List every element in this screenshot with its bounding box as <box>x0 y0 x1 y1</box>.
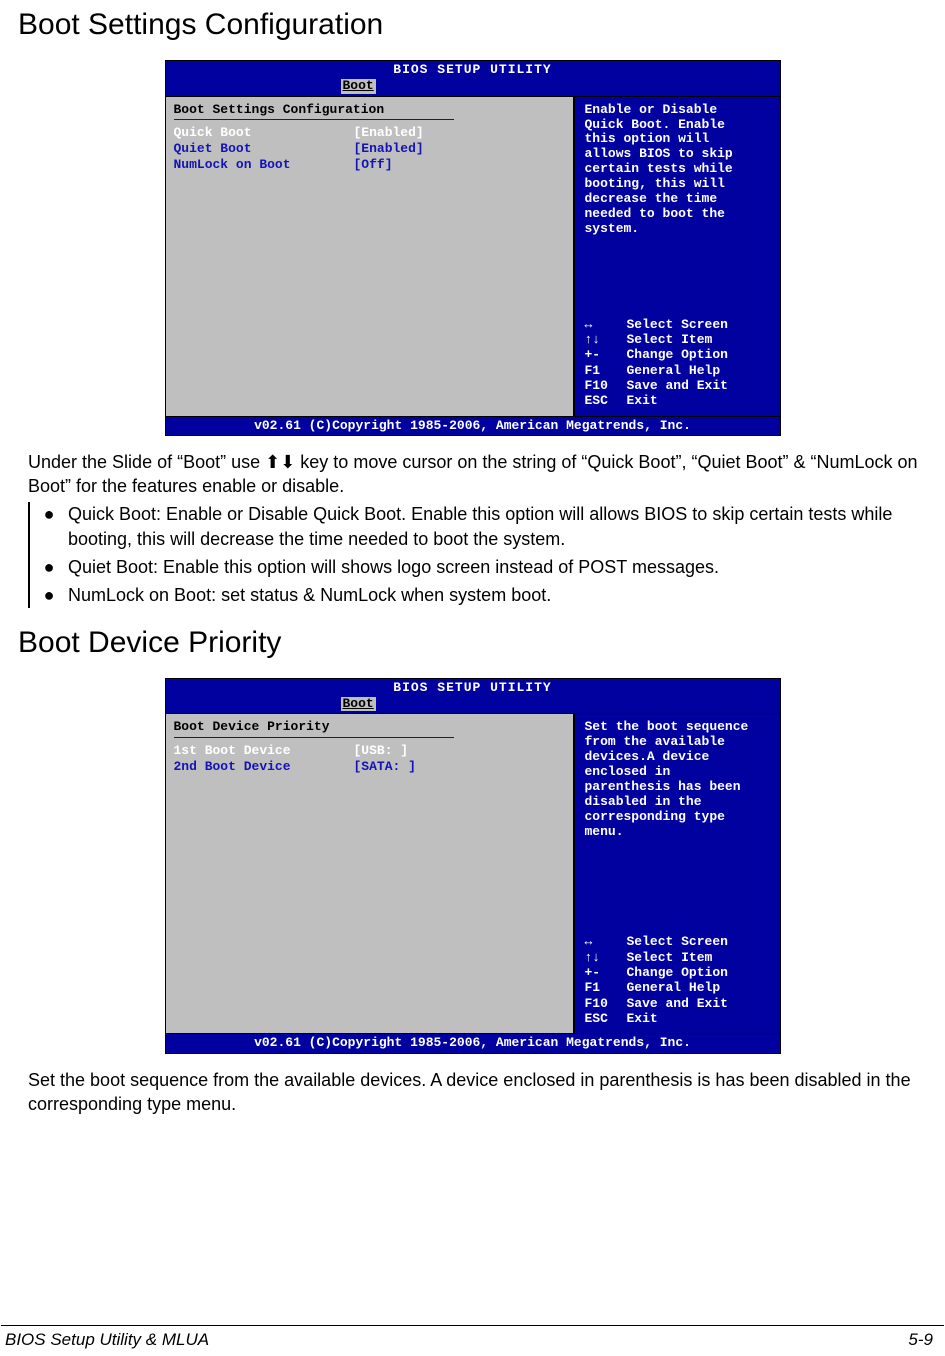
nav-key-plusminus-icon: +- <box>585 966 627 980</box>
nav-key-ud-icon: ↑↓ <box>585 333 627 347</box>
divider <box>174 119 454 120</box>
list-item: ●NumLock on Boot: set status & NumLock w… <box>30 583 927 607</box>
paragraph-2: Set the boot sequence from the available… <box>28 1068 927 1117</box>
nav-key-plusminus-icon: +- <box>585 348 627 362</box>
bios-title: BIOS SETUP UTILITY <box>166 679 780 697</box>
bullet-icon: ● <box>30 583 68 607</box>
nav-key-f1: F1 <box>585 364 627 378</box>
list-text: Quiet Boot: Enable this option will show… <box>68 555 927 579</box>
bios-help-text: Enable or Disable Quick Boot. Enable thi… <box>585 103 770 237</box>
nav-desc: Exit <box>627 1012 658 1026</box>
list-text: Quick Boot: Enable or Disable Quick Boot… <box>68 502 927 551</box>
nav-desc: Save and Exit <box>627 997 728 1011</box>
bios-option-quick-boot[interactable]: Quick Boot [Enabled] <box>174 126 565 140</box>
nav-key-f10: F10 <box>585 997 627 1011</box>
nav-desc: General Help <box>627 981 721 995</box>
bios-nav-help: ↔Select Screen ↑↓Select Item +-Change Op… <box>585 935 770 1027</box>
nav-key-f1: F1 <box>585 981 627 995</box>
nav-desc: Select Screen <box>627 318 728 332</box>
bios-left-pane: Boot Device Priority 1st Boot Device [US… <box>166 714 575 1033</box>
list-text: NumLock on Boot: set status & NumLock wh… <box>68 583 927 607</box>
nav-desc: Change Option <box>627 966 728 980</box>
nav-desc: Exit <box>627 394 658 408</box>
opt-label: 2nd Boot Device <box>174 760 354 774</box>
footer-right: 5-9 <box>908 1330 933 1350</box>
bios-footer: v02.61 (C)Copyright 1985-2006, American … <box>166 1033 780 1052</box>
bios-option-quiet-boot[interactable]: Quiet Boot [Enabled] <box>174 142 565 156</box>
bios-right-pane: Enable or Disable Quick Boot. Enable thi… <box>575 97 780 416</box>
nav-desc: General Help <box>627 364 721 378</box>
heading-boot-settings-config: Boot Settings Configuration <box>18 8 927 42</box>
nav-key-lr-icon: ↔ <box>585 935 627 949</box>
nav-desc: Select Item <box>627 333 713 347</box>
bullet-icon: ● <box>30 502 68 551</box>
nav-key-esc: ESC <box>585 394 627 408</box>
nav-desc: Select Screen <box>627 935 728 949</box>
bios-tab-boot[interactable]: Boot <box>341 697 376 711</box>
opt-value: [SATA: ] <box>354 760 416 774</box>
bios-screen-2: BIOS SETUP UTILITY Boot Boot Device Prio… <box>165 678 781 1054</box>
opt-value: [Off] <box>354 158 393 172</box>
opt-value: [Enabled] <box>354 126 424 140</box>
nav-key-f10: F10 <box>585 379 627 393</box>
bios-tab-boot[interactable]: Boot <box>341 79 376 93</box>
bios-left-pane: Boot Settings Configuration Quick Boot [… <box>166 97 575 416</box>
divider <box>174 737 454 738</box>
page-footer-rule <box>1 1325 944 1326</box>
bios-tabs: Boot <box>166 697 780 713</box>
bios-footer: v02.61 (C)Copyright 1985-2006, American … <box>166 416 780 435</box>
nav-desc: Change Option <box>627 348 728 362</box>
bios-option-2nd-boot-device[interactable]: 2nd Boot Device [SATA: ] <box>174 760 565 774</box>
opt-label: NumLock on Boot <box>174 158 354 172</box>
list-item: ●Quick Boot: Enable or Disable Quick Boo… <box>30 502 927 551</box>
bios-screen-1: BIOS SETUP UTILITY Boot Boot Settings Co… <box>165 60 781 436</box>
bios-section-title: Boot Device Priority <box>174 720 565 734</box>
bios-help-text: Set the boot sequence from the available… <box>585 720 770 840</box>
paragraph-1: Under the Slide of “Boot” use ⬆⬇ key to … <box>28 450 927 499</box>
nav-desc: Save and Exit <box>627 379 728 393</box>
heading-boot-device-priority: Boot Device Priority <box>18 626 927 660</box>
nav-key-ud-icon: ↑↓ <box>585 951 627 965</box>
nav-key-lr-icon: ↔ <box>585 318 627 332</box>
bios-tabs: Boot <box>166 79 780 95</box>
bios-option-numlock-boot[interactable]: NumLock on Boot [Off] <box>174 158 565 172</box>
bios-right-pane: Set the boot sequence from the available… <box>575 714 780 1033</box>
page-footer: BIOS Setup Utility & MLUA 5-9 <box>5 1330 933 1350</box>
bios-title: BIOS SETUP UTILITY <box>166 61 780 79</box>
bios-nav-help: ↔Select Screen ↑↓Select Item +-Change Op… <box>585 318 770 410</box>
opt-value: [Enabled] <box>354 142 424 156</box>
opt-label: Quick Boot <box>174 126 354 140</box>
nav-key-esc: ESC <box>585 1012 627 1026</box>
bullet-list-1: ●Quick Boot: Enable or Disable Quick Boo… <box>28 502 927 607</box>
bios-option-1st-boot-device[interactable]: 1st Boot Device [USB: ] <box>174 744 565 758</box>
nav-desc: Select Item <box>627 951 713 965</box>
bios-section-title: Boot Settings Configuration <box>174 103 565 117</box>
opt-label: 1st Boot Device <box>174 744 354 758</box>
footer-left: BIOS Setup Utility & MLUA <box>5 1330 209 1350</box>
bullet-icon: ● <box>30 555 68 579</box>
opt-label: Quiet Boot <box>174 142 354 156</box>
list-item: ●Quiet Boot: Enable this option will sho… <box>30 555 927 579</box>
opt-value: [USB: ] <box>354 744 409 758</box>
